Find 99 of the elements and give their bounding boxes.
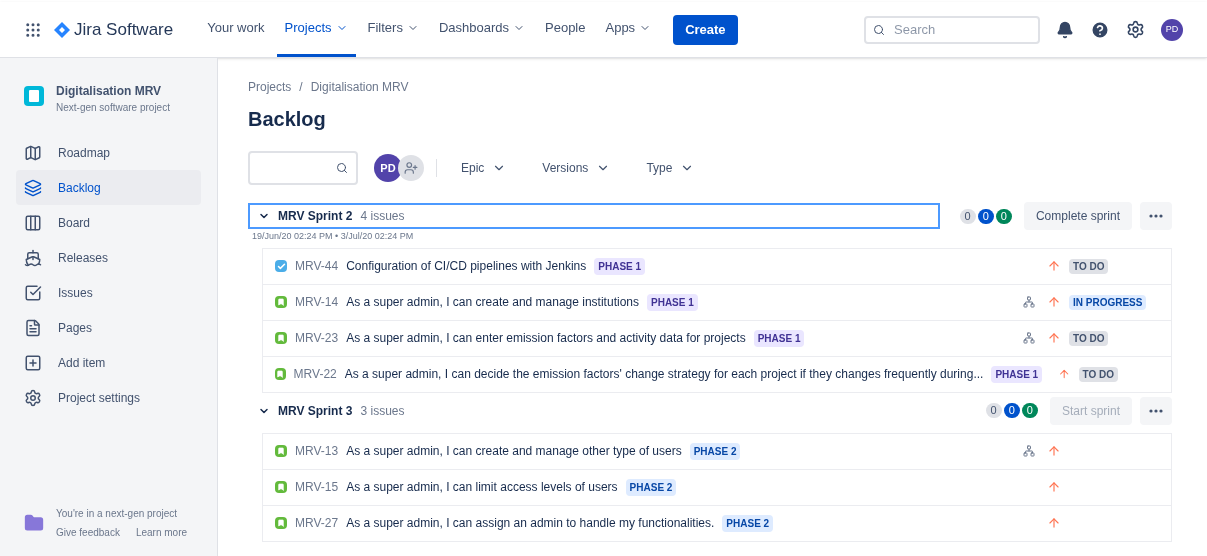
issues-icon [24, 283, 42, 302]
priority-icon [1058, 367, 1071, 381]
next-gen-note: You're in a next-gen project [56, 507, 179, 521]
app-switcher-icon[interactable] [24, 20, 42, 39]
sprint-action-button[interactable]: Complete sprint [1023, 202, 1132, 230]
issue-key[interactable]: MRV-15 [295, 478, 339, 496]
filter-dropdown[interactable]: Type [634, 159, 707, 177]
issue-summary: As a super admin, I can assign an admin to handle my functionalities. [346, 515, 715, 532]
epic-tag: PHASE 2 [625, 478, 677, 496]
search-icon [873, 23, 885, 36]
nav-tab[interactable]: Your work [199, 2, 273, 57]
status-lozenge: TO DO [1069, 258, 1109, 274]
logo-icon [54, 21, 70, 38]
sidebar-item[interactable]: Roadmap [16, 135, 201, 170]
status-lozenge: TO DO [1069, 330, 1109, 346]
more-icon [1149, 214, 1163, 218]
sprint-name: MRV Sprint 3 [278, 402, 353, 420]
estimate-badge: 0 [1003, 403, 1020, 418]
folder-icon [24, 513, 44, 533]
estimate-badge: 0 [959, 208, 976, 224]
add-icon [24, 353, 42, 372]
pages-icon [24, 318, 42, 337]
footer-link[interactable]: Learn more [135, 525, 188, 540]
sidebar-item[interactable]: Project settings [16, 380, 201, 415]
epic-tag: PHASE 1 [647, 293, 698, 311]
epic-tag: PHASE 1 [594, 257, 646, 275]
epic-tag: PHASE 1 [991, 365, 1043, 383]
sprint-name: MRV Sprint 2 [278, 208, 353, 225]
sprint-dates: 19/Jun/20 02:24 PM • 3/Jul/20 02:24 PM [251, 230, 415, 243]
page-title: Backlog [248, 107, 327, 132]
estimate-badge: 0 [995, 208, 1012, 224]
priority-icon [1047, 516, 1061, 530]
issue-summary: Configuration of CI/CD pipelines with Jenkins [346, 258, 587, 275]
project-name: Digitalisation MRV [56, 83, 163, 100]
issue-summary: As a super admin, I can create and manage institutions [346, 294, 639, 311]
search-field[interactable]: Search [864, 15, 1040, 44]
nav-tab[interactable]: Dashboards [430, 2, 533, 57]
add-people-icon[interactable] [398, 155, 424, 181]
sidebar-item[interactable]: Backlog [16, 170, 201, 205]
roadmap-icon [24, 143, 42, 162]
estimate-badge: 0 [1021, 403, 1038, 418]
epic-tag: PHASE 2 [689, 442, 741, 460]
backlog-search-field[interactable] [248, 151, 358, 185]
epic-tag: PHASE 1 [753, 329, 805, 347]
more-icon [1149, 408, 1163, 413]
status-lozenge: IN PROGRESS [1069, 294, 1147, 310]
issue-key[interactable]: MRV-13 [295, 442, 339, 460]
sidebar-item[interactable]: Add item [16, 345, 201, 380]
issue-key[interactable]: MRV-23 [295, 329, 339, 347]
nav-tab[interactable]: Apps [597, 2, 660, 57]
issue-key[interactable]: MRV-22 [293, 365, 337, 383]
filter-dropdown[interactable]: Epic [449, 159, 519, 177]
settings-icon[interactable] [1126, 20, 1145, 39]
sidebar-item[interactable]: Board [16, 205, 201, 240]
issue-summary: As a super admin, I can decide the emission factors' change strategy for each project if they changes frequently during... [344, 366, 984, 383]
issue-summary: As a super admin, I can enter emission factors and activity data for projects [346, 330, 746, 347]
nav-tab[interactable]: Projects [276, 2, 356, 57]
releases-icon [24, 248, 42, 267]
breadcrumb-separator: / [299, 79, 303, 96]
filter-dropdown[interactable]: Versions [530, 159, 623, 177]
settings-icon [24, 388, 42, 407]
project-icon [24, 86, 44, 106]
issue-key[interactable]: MRV-14 [295, 293, 339, 311]
sprint-header[interactable]: MRV Sprint 3 3 issues [248, 397, 966, 424]
sidebar-item[interactable]: Pages [16, 310, 201, 345]
backlog-icon [24, 178, 42, 197]
issue-summary: As a super admin, I can limit access levels of users [346, 479, 618, 496]
product-name[interactable]: Jira Software [74, 16, 174, 43]
nav-tab[interactable]: People [537, 2, 594, 57]
priority-icon [1047, 444, 1061, 458]
estimate-badge: 0 [985, 403, 1002, 418]
board-icon [24, 213, 42, 232]
priority-icon [1047, 259, 1061, 273]
sidebar-item[interactable]: Issues [16, 275, 201, 310]
issue-key[interactable]: MRV-27 [295, 514, 339, 532]
project-type: Next-gen software project [56, 101, 170, 115]
sidebar-item[interactable]: Releases [16, 240, 201, 275]
footer-link[interactable]: Give feedback [56, 525, 120, 540]
help-icon[interactable] [1090, 19, 1110, 40]
priority-icon [1047, 331, 1061, 345]
priority-icon [1047, 295, 1061, 309]
issue-summary: As a super admin, I can create and manage other type of users [346, 443, 682, 460]
epic-tag: PHASE 2 [722, 514, 774, 532]
create-button[interactable]: Create [673, 14, 738, 45]
add-person-icon [404, 161, 418, 175]
sprint-header[interactable]: MRV Sprint 2 4 issues [248, 203, 940, 229]
nav-tab[interactable]: Filters [359, 2, 427, 57]
estimate-badge: 0 [977, 208, 994, 224]
status-lozenge: TO DO [1078, 366, 1119, 382]
user-avatar[interactable]: PD [1161, 18, 1183, 41]
issue-count: 3 issues [360, 402, 405, 420]
search-icon [336, 162, 348, 174]
breadcrumb-link[interactable]: Projects [248, 78, 292, 96]
notifications-icon[interactable] [1056, 20, 1074, 39]
breadcrumb-link[interactable]: Digitalisation MRV [310, 78, 409, 96]
issue-count: 4 issues [360, 208, 405, 225]
user-avatar[interactable]: PD [374, 154, 402, 182]
issue-key[interactable]: MRV-44 [295, 257, 339, 275]
priority-icon [1047, 480, 1061, 494]
